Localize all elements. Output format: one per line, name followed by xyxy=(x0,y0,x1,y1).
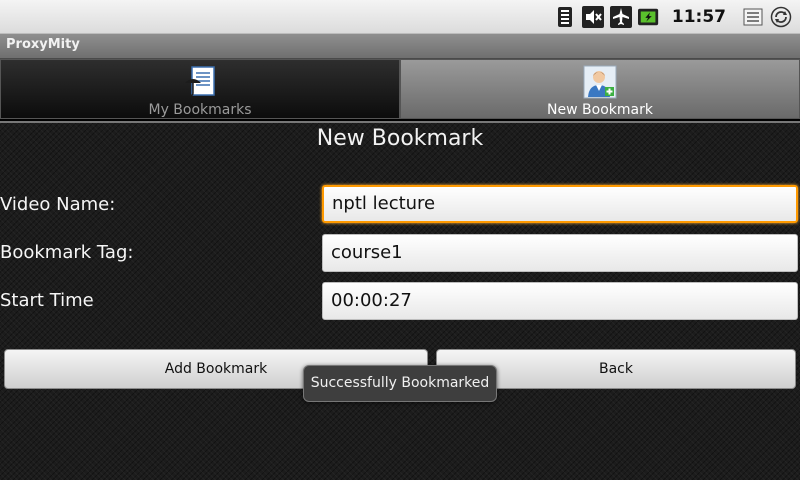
wifi-icon xyxy=(554,6,576,28)
bookmarks-document-icon xyxy=(183,65,217,99)
status-bar: 11:57 xyxy=(0,0,800,34)
list-icon xyxy=(742,6,764,28)
battery-icon xyxy=(637,6,660,28)
tab-bar: My Bookmarks New Bookmark xyxy=(0,59,800,121)
tab-new-bookmark-label: New Bookmark xyxy=(547,102,653,118)
tab-my-bookmarks[interactable]: My Bookmarks xyxy=(0,59,400,119)
tab-my-bookmarks-label: My Bookmarks xyxy=(148,102,252,118)
start-time-field[interactable]: 00:00:27 xyxy=(322,282,798,320)
bookmark-tag-label: Bookmark Tag: xyxy=(0,242,134,263)
toast-notification: Successfully Bookmarked xyxy=(303,365,497,402)
page-title: New Bookmark xyxy=(316,126,484,151)
video-name-label: Video Name: xyxy=(0,194,116,215)
start-time-label: Start Time xyxy=(0,290,94,311)
sync-icon xyxy=(770,6,792,28)
tab-divider xyxy=(0,121,800,123)
app-title: ProxyMity xyxy=(6,37,80,52)
status-icons: 11:57 xyxy=(554,4,792,29)
person-icon xyxy=(583,65,617,99)
title-bar: ProxyMity xyxy=(0,34,800,59)
tab-new-bookmark[interactable]: New Bookmark xyxy=(400,59,800,119)
status-clock: 11:57 xyxy=(671,6,726,27)
airplane-icon xyxy=(609,5,632,28)
bookmark-tag-field[interactable]: course1 xyxy=(322,234,798,272)
mute-icon xyxy=(581,5,604,28)
video-name-field[interactable]: nptl lecture xyxy=(322,185,798,223)
